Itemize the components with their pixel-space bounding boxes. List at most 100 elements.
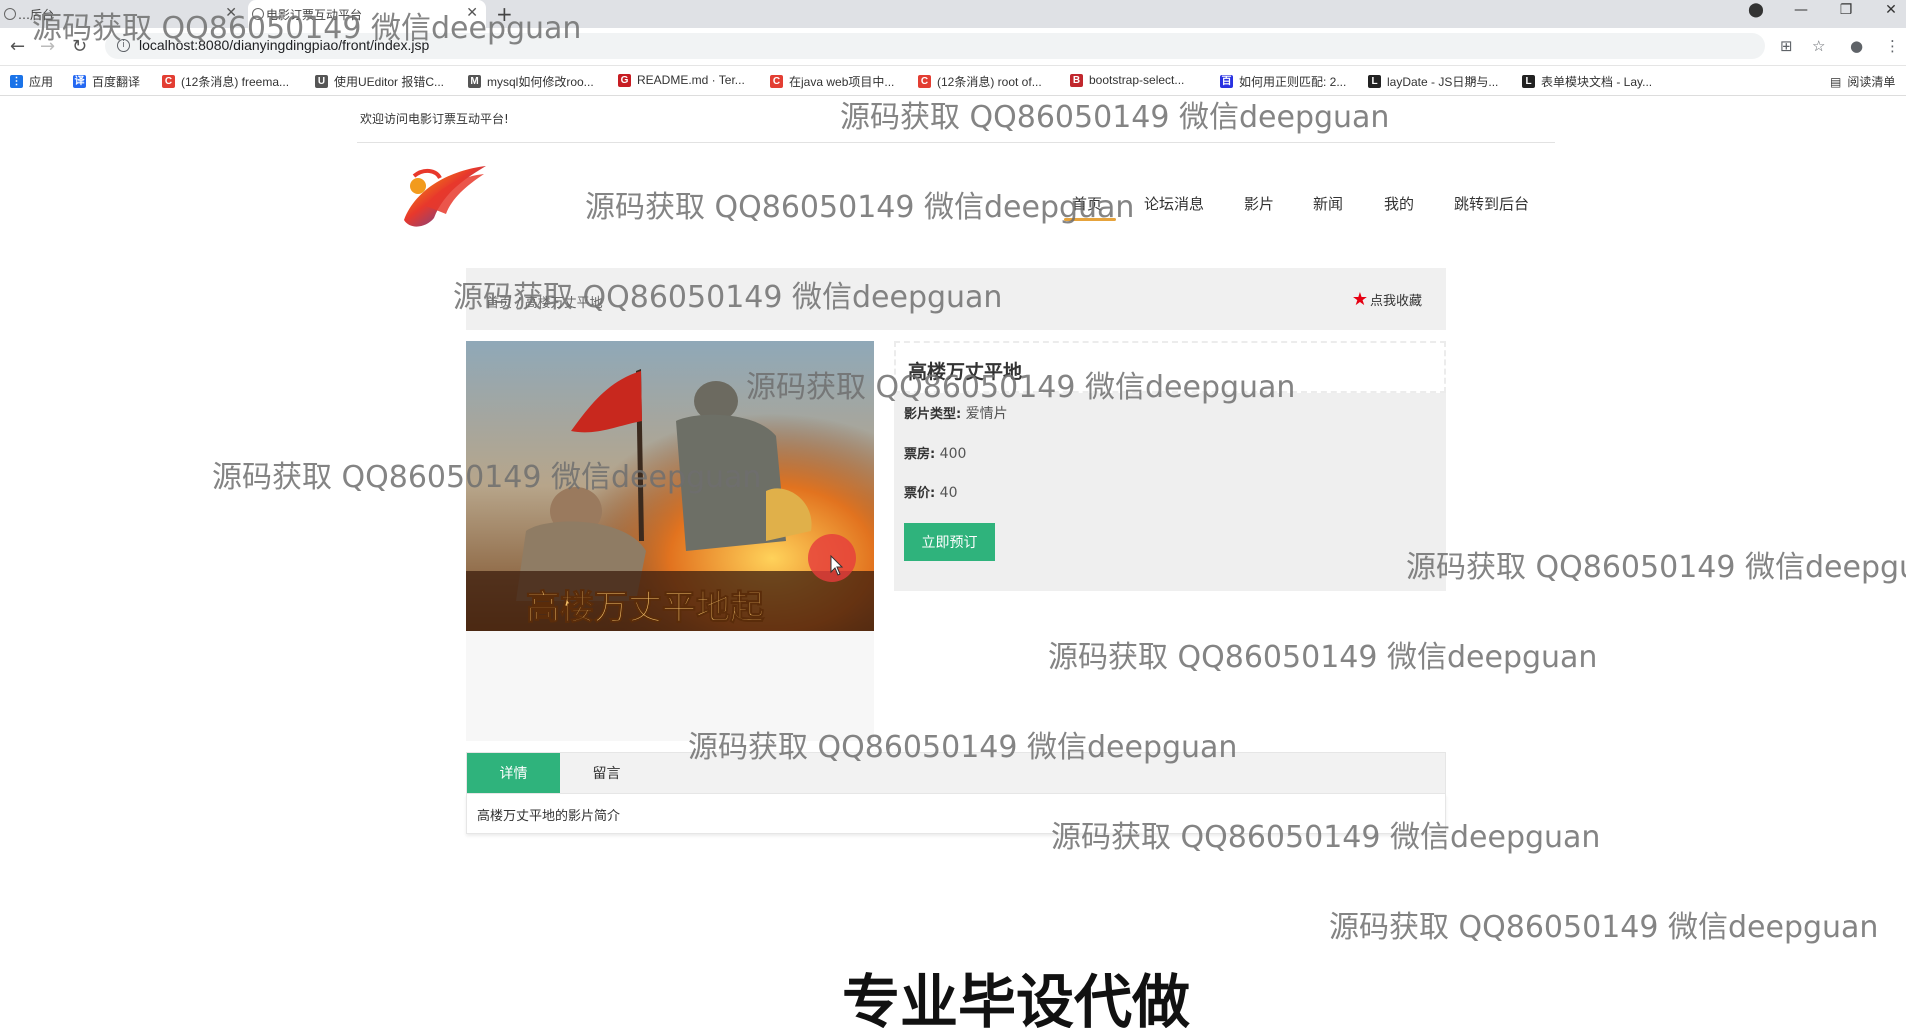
movie-poster[interactable]: 高楼万丈平地起 [466,341,874,631]
nav-active-underline [1064,218,1116,221]
tab-favicon-icon [252,8,264,20]
minimize-icon[interactable]: — [1790,2,1812,18]
reload-icon[interactable]: ↻ [72,36,87,57]
bookmark-label: 使用UEditor 报错C... [334,75,445,89]
bootstrap-icon: B [1070,73,1083,87]
restore-icon[interactable]: ❐ [1835,2,1857,18]
forward-icon[interactable]: → [40,36,55,57]
watermark-text: 源码获取 QQ86050149 微信deepgu [1406,550,1906,585]
boxoffice-label: 票房: [904,447,936,462]
back-icon[interactable]: ← [10,36,25,57]
poster-placeholder-area [466,631,874,741]
favorite-label: 点我收藏 [1369,294,1422,309]
browser-tab-admin[interactable]: …后台 ✕ [0,0,245,28]
header-divider [357,142,1555,143]
bookmark-item[interactable]: Mmysql如何修改roo... [468,73,594,90]
watermark-text: 源码获取 QQ86050149 微信deepguan [840,100,1390,135]
tab-close-icon[interactable]: ✕ [466,5,478,21]
movie-type-row: 影片类型: 爱情片 [904,403,1008,423]
reading-list-label: 阅读清单 [1847,75,1896,89]
mouse-pointer-icon [830,555,844,576]
bookmark-item[interactable]: U 使用UEditor 报错C... [315,73,444,90]
poster-title-text: 高楼万丈平地起 [526,588,765,628]
address-bar-row: ← → ↻ i localhost:8080/dianyingdingpiao/… [0,28,1906,66]
csdn-icon: C [162,75,175,88]
site-logo[interactable] [396,158,491,233]
bookmark-label: 如何用正则匹配: 2... [1239,75,1347,89]
bookmark-item[interactable]: C (12条消息) freema... [162,73,289,90]
tab-details[interactable]: 详情 [467,753,560,793]
new-tab-icon[interactable]: + [496,2,513,26]
price-value: 40 [939,485,958,501]
url-input[interactable]: i localhost:8080/dianyingdingpiao/front/… [105,33,1765,59]
nav-admin[interactable]: 跳转到后台 [1454,193,1529,214]
window-close-icon[interactable]: ✕ [1880,2,1902,18]
bookmark-label: layDate - JS日期与... [1387,75,1499,89]
nav-mine[interactable]: 我的 [1384,193,1414,214]
bookmark-star-icon[interactable]: ☆ [1812,37,1825,55]
layui-icon: L [1368,75,1381,88]
movie-description: 高楼万丈平地的影片简介 [477,809,621,824]
nav-home[interactable]: 首页 [1072,193,1102,214]
url-text: localhost:8080/dianyingdingpiao/front/in… [139,37,430,53]
movie-title: 高楼万丈平地 [908,361,1023,383]
bookmark-item[interactable]: LlayDate - JS日期与... [1368,73,1498,90]
star-icon: ★ [1351,288,1368,310]
movie-title-box: 高楼万丈平地 [894,341,1446,393]
movie-info-panel: 高楼万丈平地 影片类型: 爱情片 票房: 400 票价: 40 立即预订 [894,341,1446,591]
site-info-icon[interactable]: i [117,39,130,52]
promo-caption: 专业毕设代做 [842,968,1191,1028]
breadcrumb-bar: 首页 / 高楼万丈平地 ★ 点我收藏 [466,268,1446,330]
bookmark-item[interactable]: 百如何用正则匹配: 2... [1220,73,1346,90]
nav-news[interactable]: 新闻 [1313,193,1343,214]
movie-type-label: 影片类型: [904,407,962,422]
favorite-button[interactable]: ★ 点我收藏 [1352,290,1422,309]
bookmark-label: bootstrap-select... [1089,73,1185,87]
bookmark-label: (12条消息) freema... [181,75,290,89]
bookmark-item[interactable]: 译百度翻译 [73,73,140,90]
bookmark-item[interactable]: C (12条消息) root of... [918,73,1042,90]
translate-icon[interactable]: ⊞ [1780,37,1793,55]
bookmark-item[interactable]: ⋮ 应用 [10,73,53,90]
boxoffice-value: 400 [939,446,967,462]
bookmark-item[interactable]: L 表单模块文档 - Lay... [1522,73,1652,90]
ueditor-icon: U [315,75,328,88]
bookmarks-bar: » ▤ 阅读清单 ⋮ 应用译百度翻译 C (12条消息) freema... U 使用UE… [0,66,1906,96]
profile-menu-icon[interactable]: ⬤ [1745,2,1767,18]
breadcrumb[interactable]: 首页 / 高楼万丈平地 [486,292,603,311]
watermark-text: 源码获取 QQ86050149 微信deepguan [1329,910,1879,945]
watermark-text: 源码获取 QQ86050149 微信deepguan [585,190,1135,225]
browser-tab-label: …后台 [18,7,55,22]
bookmark-item[interactable]: G README.md · Ter... [618,73,745,87]
mysql-icon: M [468,75,481,88]
baidu-translate-icon: 译 [73,75,86,88]
bookmark-item[interactable]: Bbootstrap-select... [1070,73,1184,87]
detail-tabs: 详情 留言 [466,752,1446,794]
book-now-button[interactable]: 立即预订 [904,523,995,561]
gitee-icon: G [618,73,631,87]
bookmark-label: 应用 [29,75,54,89]
bookmark-label: README.md · Ter... [637,73,745,87]
bookmark-label: 在java web项目中... [789,75,895,89]
bookmark-label: 表单模块文档 - Lay... [1541,75,1653,89]
price-row: 票价: 40 [904,482,957,501]
tab-comments[interactable]: 留言 [560,753,653,793]
account-icon[interactable]: ● [1850,37,1863,55]
tab-close-icon[interactable]: ✕ [225,5,237,21]
bookmark-label: (12条消息) root of... [937,75,1042,89]
csdn-icon: C [918,75,931,88]
nav-movies[interactable]: 影片 [1244,193,1274,214]
bookmark-item[interactable]: C 在java web项目中... [770,73,894,90]
browser-tab-label: 电影订票互动平台 [266,7,363,22]
tab-favicon-icon [4,8,16,20]
price-label: 票价: [904,486,936,501]
browser-tabstrip: …后台 ✕ 电影订票互动平台 ✕ + ⬤ — ❐ ✕ [0,0,1906,28]
browser-tab-cinema[interactable]: 电影订票互动平台 ✕ [248,0,486,28]
screen: …后台 ✕ 电影订票互动平台 ✕ + ⬤ — ❐ ✕ ← → ↻ i local… [0,0,1906,1028]
apps-icon: ⋮ [10,75,23,88]
nav-forum[interactable]: 论坛消息 [1144,193,1204,214]
reading-list[interactable]: ▤ 阅读清单 [1830,73,1895,90]
boxoffice-row: 票房: 400 [904,443,966,462]
csdn-icon: C [770,75,783,88]
browser-menu-icon[interactable]: ⋮ [1885,37,1900,55]
